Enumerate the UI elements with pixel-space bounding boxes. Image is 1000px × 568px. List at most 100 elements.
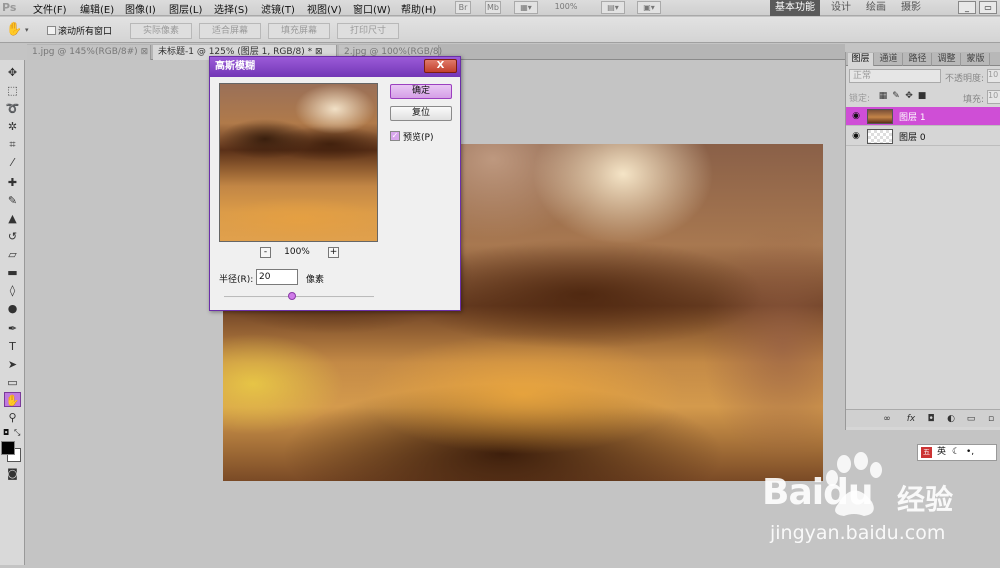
pen-tool-icon[interactable]: ✒ (4, 321, 21, 336)
dodge-tool-icon[interactable]: ● (4, 301, 21, 316)
menu-view[interactable]: 视图(V) (307, 1, 342, 16)
fit-screen-button[interactable]: 适合屏幕 (199, 23, 261, 39)
preview-zoom-value: 100% (284, 247, 310, 257)
dialog-title[interactable]: 高斯模糊 (210, 57, 460, 77)
mask-icon[interactable]: ◘ (925, 413, 937, 425)
arrange-documents-icon[interactable]: ▤▾ (601, 1, 625, 14)
gaussian-blur-dialog: 高斯模糊 X - 100% + 确定 复位 ✓ 预览(P) 半径(R): 20 … (209, 56, 461, 311)
history-brush-tool-icon[interactable]: ↺ (4, 229, 21, 244)
preview-checkbox[interactable]: ✓ (390, 131, 400, 141)
menu-select[interactable]: 选择(S) (214, 1, 248, 16)
radius-slider-thumb[interactable] (287, 292, 296, 300)
workspace-design-button[interactable]: 设计 (830, 0, 852, 16)
opacity-input[interactable]: 10 (987, 69, 1000, 83)
fill-label: 填充: (963, 95, 985, 105)
watermark-url: jingyan.baidu.com (770, 522, 946, 544)
tab-doc-1[interactable]: 1.jpg @ 145%(RGB/8#) ⊠ (27, 45, 151, 60)
hand-tool-icon[interactable]: ✋ (4, 392, 21, 407)
swap-colors-icon[interactable]: ⤡ (14, 428, 20, 438)
brush-tool-icon[interactable]: ✎ (4, 193, 21, 208)
menu-file[interactable]: 文件(F) (33, 1, 67, 16)
zoom-in-button[interactable]: + (328, 247, 339, 258)
menu-layer[interactable]: 图层(L) (169, 1, 202, 16)
layer-thumbnail (867, 109, 893, 124)
shape-tool-icon[interactable]: ▭ (4, 375, 21, 390)
link-icon[interactable]: ∞ (881, 413, 893, 425)
close-icon[interactable]: ⊠ (141, 47, 149, 57)
photoshop-logo: Ps (2, 1, 17, 14)
radius-input[interactable]: 20 (256, 269, 298, 285)
menu-edit[interactable]: 编辑(E) (80, 1, 114, 16)
zoom-out-button[interactable]: - (260, 247, 271, 258)
zoom-tool-icon[interactable]: ⚲ (4, 410, 21, 425)
minibridge-icon[interactable]: Mb (485, 1, 501, 14)
quick-mask-icon[interactable]: ◙ (4, 466, 21, 481)
visibility-eye-icon[interactable]: ◉ (851, 131, 861, 141)
lock-image-icon[interactable]: ✎ (891, 91, 901, 101)
foreground-color-swatch[interactable] (1, 441, 15, 455)
tab-paths[interactable]: 路径 (904, 53, 932, 66)
print-size-button[interactable]: 打印尺寸 (337, 23, 399, 39)
minimize-button[interactable]: _ (958, 1, 976, 14)
lock-all-icon[interactable]: ■ (917, 91, 927, 101)
bridge-icon[interactable]: Br (455, 1, 471, 14)
default-colors-icon[interactable]: ◘ (3, 428, 9, 437)
watermark-brand: Baidu (762, 472, 873, 513)
adjustment-icon[interactable]: ◐ (945, 413, 957, 425)
tab-channels[interactable]: 通道 (875, 53, 903, 66)
reset-button[interactable]: 复位 (390, 106, 452, 121)
close-button[interactable]: X (424, 59, 457, 73)
tab-masks[interactable]: 蒙版 (962, 53, 990, 66)
menu-window[interactable]: 窗口(W) (353, 1, 391, 16)
quick-select-tool-icon[interactable]: ✲ (4, 119, 21, 134)
menu-image[interactable]: 图像(I) (125, 1, 156, 16)
screen-mode-icon[interactable]: ▣▾ (637, 1, 661, 14)
layer-row[interactable]: ◉ 图层 0 (846, 127, 1000, 146)
eraser-tool-icon[interactable]: ▱ (4, 247, 21, 262)
tab-layers[interactable]: 图层 (848, 53, 874, 66)
ok-button[interactable]: 确定 (390, 84, 452, 99)
layer-thumbnail (867, 129, 893, 144)
fill-screen-button[interactable]: 填充屏幕 (268, 23, 330, 39)
visibility-eye-icon[interactable]: ◉ (851, 111, 861, 121)
blend-mode-select[interactable]: 正常 (849, 69, 941, 83)
lock-transparent-icon[interactable]: ▦ (878, 91, 888, 101)
layer-row[interactable]: ◉ 图层 1 (846, 107, 1000, 126)
tool-preset-chevron-icon[interactable]: ▾ (25, 26, 29, 34)
move-tool-icon[interactable]: ✥ (4, 65, 21, 80)
preview-image[interactable] (219, 83, 378, 242)
tab-adjustments[interactable]: 调整 (933, 53, 961, 66)
scroll-all-checkbox[interactable] (47, 26, 56, 35)
panel-tabs: 图层 通道 路径 调整 蒙版 (846, 52, 1000, 66)
lock-position-icon[interactable]: ✥ (904, 91, 914, 101)
eyedropper-tool-icon[interactable]: ⁄ (4, 155, 21, 170)
workspace-photo-button[interactable]: 摄影 (900, 0, 922, 16)
group-icon[interactable]: ▭ (965, 413, 977, 425)
options-bar: ✋ ▾ 滚动所有窗口 实际像素 适合屏幕 填充屏幕 打印尺寸 (0, 17, 1000, 43)
zoom-level[interactable]: 100% (551, 1, 581, 14)
menu-help[interactable]: 帮助(H) (401, 1, 436, 16)
healing-brush-tool-icon[interactable]: ✚ (4, 175, 21, 190)
radius-slider-track[interactable] (224, 296, 374, 298)
actual-pixels-button[interactable]: 实际像素 (130, 23, 192, 39)
crop-tool-icon[interactable]: ⌗ (4, 137, 21, 152)
fill-input[interactable]: 10 (987, 90, 1000, 104)
workspace-paint-button[interactable]: 绘画 (865, 0, 887, 16)
blur-tool-icon[interactable]: ◊ (4, 283, 21, 298)
path-select-tool-icon[interactable]: ➤ (4, 357, 21, 372)
clone-stamp-tool-icon[interactable]: ▲ (4, 211, 21, 226)
preview-label: 预览(P) (403, 133, 434, 143)
workspace-basic-button[interactable]: 基本功能 (770, 0, 820, 16)
toolbox: ✥ ⬚ ➰ ✲ ⌗ ⁄ ✚ ✎ ▲ ↺ ▱ ▬ ◊ ● ✒ T ➤ ▭ ✋ ⚲ … (0, 60, 25, 565)
hand-tool-icon[interactable]: ✋ (6, 22, 22, 37)
menu-filter[interactable]: 滤镜(T) (261, 1, 295, 16)
tab-label: 1.jpg @ 145%(RGB/8#) (32, 47, 138, 57)
fx-icon[interactable]: fx (905, 413, 917, 425)
restore-button[interactable]: ▭ (979, 1, 997, 14)
view-extras-icon[interactable]: ▦▾ (514, 1, 538, 14)
gradient-tool-icon[interactable]: ▬ (4, 265, 21, 280)
lasso-tool-icon[interactable]: ➰ (4, 101, 21, 116)
marquee-tool-icon[interactable]: ⬚ (4, 83, 21, 98)
type-tool-icon[interactable]: T (4, 339, 21, 354)
new-layer-icon[interactable]: ▫ (985, 413, 997, 425)
